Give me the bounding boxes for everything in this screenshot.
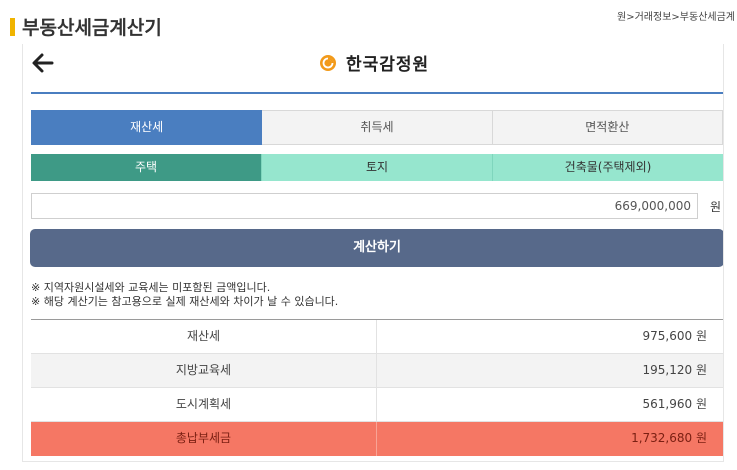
app-navbar: 한국감정원 [23,44,723,82]
amount-row: 원 [31,193,723,219]
page-header: 부동산세금계산기 원>거래정보>부동산세금계 [0,0,737,45]
result-value: 975,600 원 [642,329,707,343]
note-line: ※ 지역자원시설세와 교육세는 미포함된 금액입니다. [31,281,271,294]
tab-property-tax[interactable]: 재산세 [31,110,263,145]
subtab-building[interactable]: 건축물(주택제외) [493,154,723,181]
result-value: 561,960 원 [642,397,707,411]
result-label: 재산세 [31,320,377,353]
section-divider [31,92,723,94]
note-line: ※ 해당 계산기는 참고용으로 실제 재산세와 차이가 날 수 있습니다. [31,295,339,308]
amount-unit: 원 [709,200,721,214]
amount-input[interactable] [31,193,698,219]
result-value: 1,732,680 원 [631,431,707,445]
tab-acquisition-tax[interactable]: 취득세 [262,110,493,145]
result-label: 총납부세금 [31,422,377,456]
calculator-frame: 한국감정원 재산세 취득세 면적환산 주택 토지 건축물(주택제외) 원 계산하… [22,44,724,462]
breadcrumb[interactable]: 원>거래정보>부동산세금계 [617,8,735,23]
result-label: 지방교육세 [31,354,377,387]
property-type-tabs: 주택 토지 건축물(주택제외) [31,154,723,181]
logo-text: 한국감정원 [345,55,430,75]
page-title: 부동산세금계산기 [22,17,162,39]
result-row-property-tax: 재산세 975,600 원 [31,320,723,354]
notes: ※ 지역자원시설세와 교육세는 미포함된 금액입니다. ※ 해당 계산기는 참고… [31,281,338,309]
result-label: 도시계획세 [31,388,377,421]
subtab-land[interactable]: 토지 [262,154,493,181]
result-row-local-education-tax: 지방교육세 195,120 원 [31,354,723,388]
logo: 한국감정원 [23,50,723,75]
results-table: 재산세 975,600 원 지방교육세 195,120 원 도시계획세 561,… [31,320,723,456]
tab-area-conversion[interactable]: 면적환산 [492,110,723,145]
title-accent-bar [10,18,15,36]
result-row-urban-planning-tax: 도시계획세 561,960 원 [31,388,723,422]
result-value: 195,120 원 [642,363,707,377]
result-row-total: 총납부세금 1,732,680 원 [31,422,723,456]
kab-logo-icon [319,54,336,71]
calculate-button[interactable]: 계산하기 [30,229,723,267]
subtab-house[interactable]: 주택 [31,154,262,181]
tax-type-tabs: 재산세 취득세 면적환산 [31,110,723,145]
